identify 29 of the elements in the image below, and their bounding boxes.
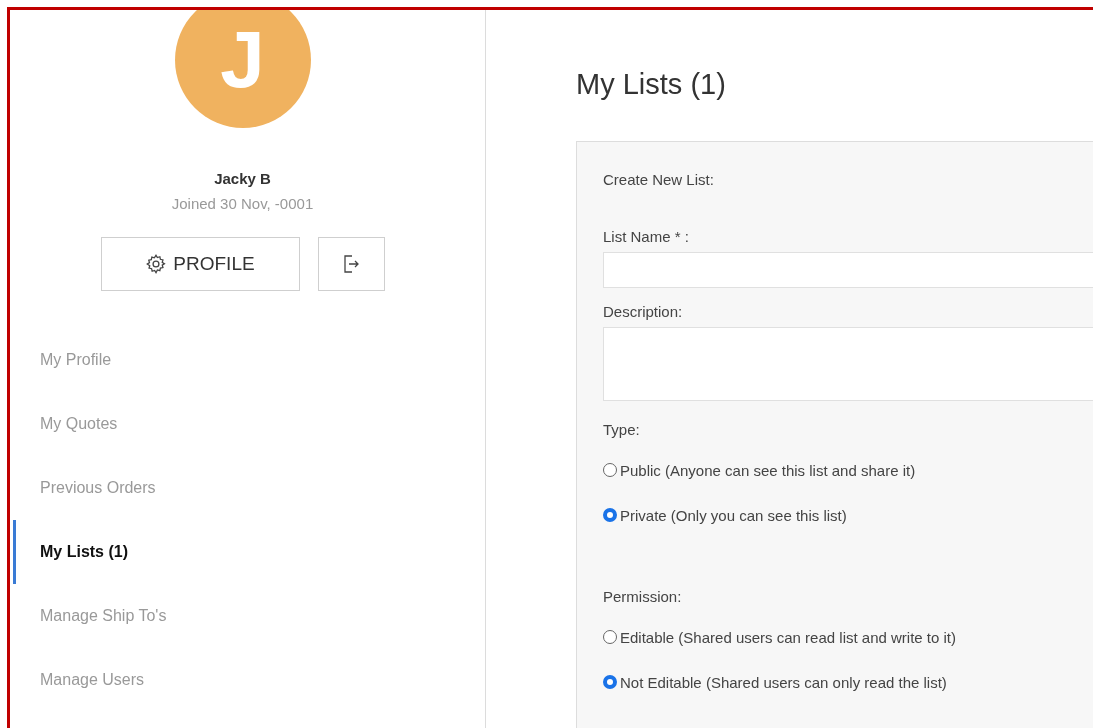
sidebar-item[interactable]: Previous Orders (13, 456, 485, 520)
option-label: Private (Only you can see this list) (620, 507, 847, 524)
profile-button[interactable]: PROFILE (100, 237, 300, 291)
avatar: J (174, 10, 311, 128)
list-name-field[interactable] (603, 252, 1093, 288)
radio-button[interactable] (603, 507, 617, 522)
sidebar-item[interactable]: My Lists (1) (13, 520, 485, 584)
radio-button[interactable] (603, 629, 617, 644)
logout-icon (342, 254, 360, 274)
sidebar-item[interactable]: Manage Users (13, 648, 485, 712)
logout-button[interactable] (317, 237, 385, 291)
group-label: Permission: (603, 588, 683, 605)
option-label: Editable (Shared users can read list and write to it) (620, 629, 956, 646)
sidebar-item[interactable]: Manage Ship To's (13, 584, 485, 648)
page-title: My Lists (1) (576, 68, 727, 101)
joined-date: Joined 30 Nov, -0001 (171, 195, 314, 212)
sidebar-item[interactable]: My Profile (13, 328, 485, 392)
field-label: List Name * : (603, 228, 690, 245)
sidebar-item[interactable]: My Quotes (13, 392, 485, 456)
field-label: Description: (603, 303, 684, 320)
option-label: Not Editable (Shared users can only read the list) (620, 674, 947, 691)
option-label: Public (Anyone can see this list and share it) (620, 462, 916, 479)
user-name: Jacky B (214, 170, 271, 187)
description-field[interactable] (603, 327, 1093, 401)
radio-button[interactable] (603, 674, 617, 689)
settings-icon (145, 253, 168, 275)
radio-button[interactable] (603, 462, 617, 477)
group-label: Type: (603, 421, 641, 438)
form-heading: Create New List: (603, 171, 715, 188)
